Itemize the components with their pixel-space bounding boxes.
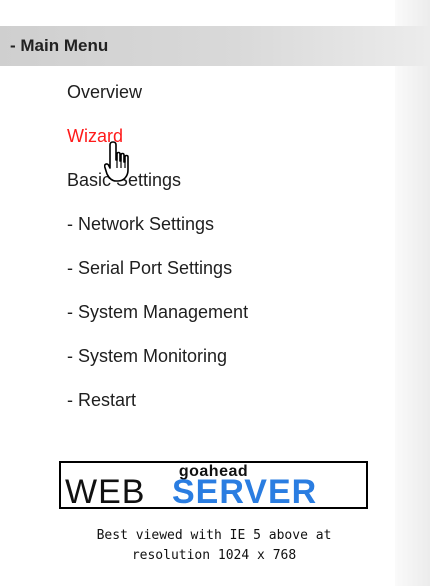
menu-item-serial-port-settings[interactable]: - Serial Port Settings [67, 250, 387, 294]
menu-item-restart[interactable]: - Restart [67, 382, 387, 426]
menu-item-overview[interactable]: Overview [67, 74, 387, 118]
menu-item-system-management[interactable]: - System Management [67, 294, 387, 338]
main-menu-list: Overview Wizard Basic Settings - Network… [67, 74, 387, 426]
goahead-webserver-logo: goahead WEB SERVER [59, 461, 368, 509]
main-menu-header[interactable]: - Main Menu [0, 26, 430, 66]
menu-item-system-monitoring[interactable]: - System Monitoring [67, 338, 387, 382]
browser-note-line1: Best viewed with IE 5 above at [96, 528, 332, 543]
main-menu-title: - Main Menu [10, 36, 109, 55]
logo-server-text: SERVER [172, 473, 318, 511]
hand-pointer-icon [104, 141, 129, 182]
menu-item-network-settings[interactable]: - Network Settings [67, 206, 387, 250]
right-panel-shade [395, 0, 430, 586]
logo-web-text: WEB [65, 473, 146, 511]
browser-note-line2: resolution 1024 x 768 [131, 548, 297, 563]
browser-recommendation-note: Best viewed with IE 5 above at resolutio… [40, 526, 388, 566]
